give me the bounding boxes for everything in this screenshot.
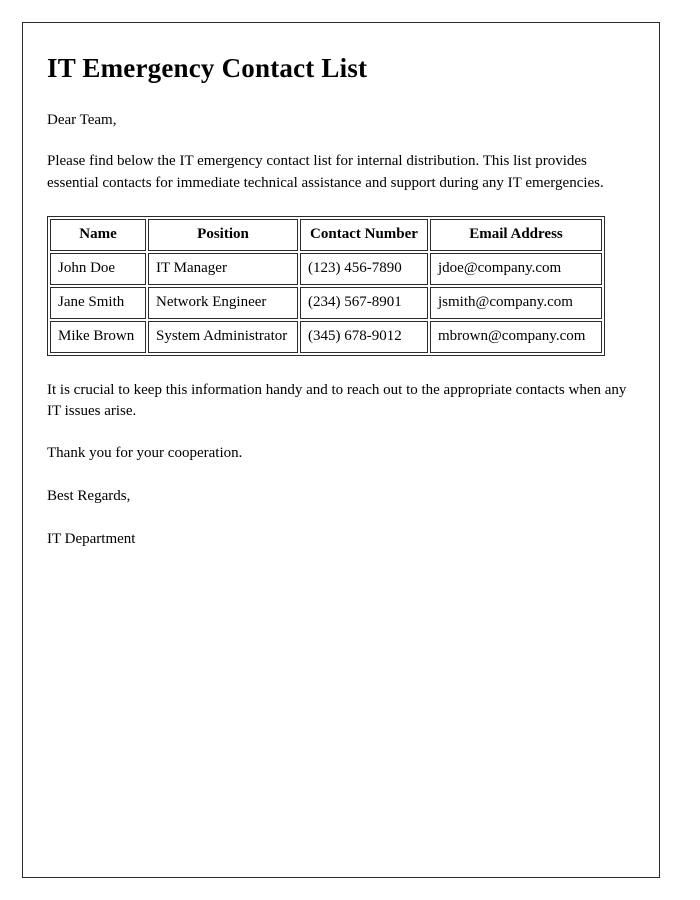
cell-name: Jane Smith [50,286,146,319]
page-title: IT Emergency Contact List [47,53,368,83]
contact-table: Name Position Contact Number Email Addre… [47,215,605,356]
cell-contact-number: (345) 678-9012 [300,320,428,353]
signature: IT Department [47,531,136,548]
thanks-paragraph: Thank you for your cooperation. [47,444,243,461]
column-header-contact-number: Contact Number [300,218,428,251]
cell-contact-number: (123) 456-7890 [300,252,428,285]
salutation-text: Dear Team, [47,112,117,129]
column-header-name: Name [50,218,146,251]
cell-position: Network Engineer [148,286,298,319]
closing-paragraph: It is crucial to keep this information h… [47,381,627,420]
cell-position: System Administrator [148,320,298,353]
cell-email-address: jsmith@company.com [430,286,602,319]
table-row: Mike Brown System Administrator (345) 67… [50,320,602,353]
cell-contact-number: (234) 567-8901 [300,286,428,319]
sign-off: Best Regards, [47,487,131,504]
column-header-email-address: Email Address [430,218,602,251]
intro-paragraph: Please find below the IT emergency conta… [47,153,604,191]
cell-name: Mike Brown [50,320,146,353]
cell-email-address: mbrown@company.com [430,320,602,353]
table-row: John Doe IT Manager (123) 456-7890 jdoe@… [50,252,602,285]
cell-name: John Doe [50,252,146,285]
table-header-row: Name Position Contact Number Email Addre… [50,218,602,251]
document-page: IT Emergency Contact List Dear Team, Ple… [22,22,660,878]
table-row: Jane Smith Network Engineer (234) 567-89… [50,286,602,319]
document-body: IT Emergency Contact List Dear Team, Ple… [23,23,659,550]
cell-email-address: jdoe@company.com [430,252,602,285]
column-header-position: Position [148,218,298,251]
cell-position: IT Manager [148,252,298,285]
